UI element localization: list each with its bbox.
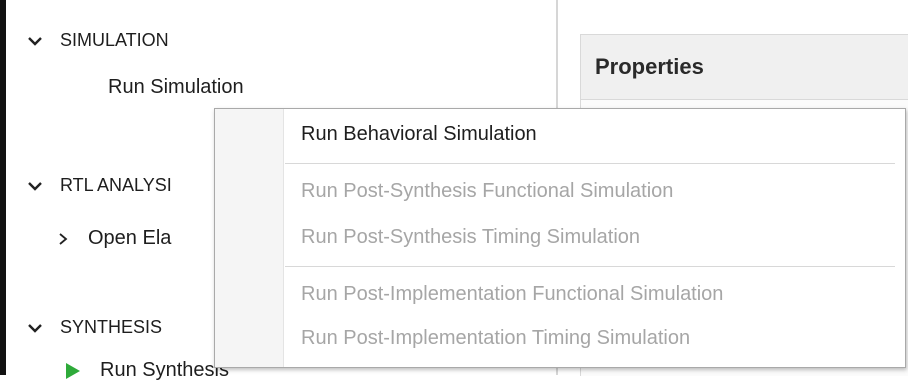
- menu-item-run-post-synthesis-timing-simulation[interactable]: Run Post-Synthesis Timing Simulation: [301, 226, 640, 249]
- section-synthesis[interactable]: SYNTHESIS: [26, 317, 162, 338]
- run-synthesis-item[interactable]: Run Synthesis: [66, 359, 229, 382]
- chevron-down-icon: [28, 323, 42, 333]
- menu-separator: [285, 266, 895, 267]
- section-simulation-label: SIMULATION: [60, 30, 169, 50]
- menu-icon-gutter: [215, 109, 284, 367]
- menu-item-run-behavioral-simulation[interactable]: Run Behavioral Simulation: [301, 123, 537, 146]
- section-synthesis-label: SYNTHESIS: [60, 317, 163, 337]
- simulation-context-menu: Run Behavioral Simulation Run Post-Synth…: [214, 108, 906, 368]
- menu-item-run-post-implementation-functional-simulation[interactable]: Run Post-Implementation Functional Simul…: [301, 283, 723, 306]
- open-elaborated-label: Open Ela: [88, 227, 172, 249]
- section-rtl-analysis[interactable]: RTL ANALYSI: [26, 175, 172, 196]
- menu-item-run-post-implementation-timing-simulation[interactable]: Run Post-Implementation Timing Simulatio…: [301, 327, 690, 350]
- properties-title: Properties: [581, 35, 908, 100]
- section-rtl-analysis-label: RTL ANALYSI: [60, 175, 172, 195]
- run-synthesis-label: Run Synthesis: [100, 359, 229, 381]
- section-simulation[interactable]: SIMULATION: [26, 30, 169, 51]
- run-simulation-label: Run Simulation: [108, 76, 244, 98]
- play-icon: [66, 362, 80, 379]
- open-elaborated-item[interactable]: Open Ela: [56, 227, 171, 250]
- menu-separator: [285, 163, 895, 164]
- chevron-right-icon: [59, 232, 68, 245]
- chevron-down-icon: [28, 36, 42, 46]
- menu-item-run-post-synthesis-functional-simulation[interactable]: Run Post-Synthesis Functional Simulation: [301, 180, 673, 203]
- run-simulation-item[interactable]: Run Simulation: [108, 76, 244, 99]
- chevron-down-icon: [28, 181, 42, 191]
